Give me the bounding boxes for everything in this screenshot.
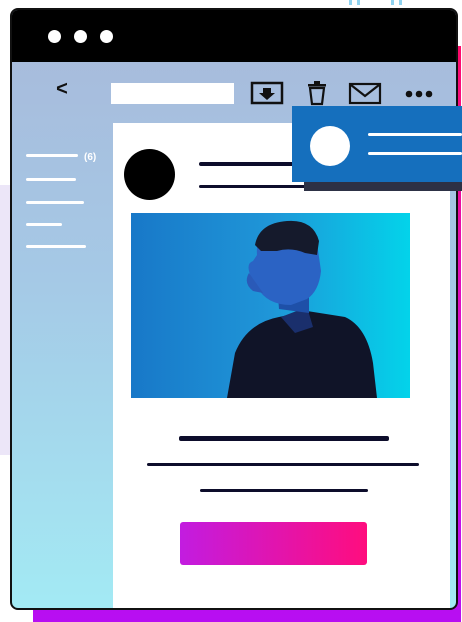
download-icon: [250, 81, 284, 105]
body-line-2: [147, 463, 419, 466]
person-portrait-image: [227, 220, 377, 398]
sender-email-line: [199, 185, 309, 188]
notification-avatar: [310, 126, 350, 166]
more-button[interactable]: [402, 80, 436, 106]
sender-avatar: [124, 149, 175, 200]
sidebar-item-5[interactable]: [26, 245, 86, 248]
notification-card[interactable]: [292, 106, 462, 182]
mail-button[interactable]: [348, 80, 382, 106]
notification-line-2: [368, 152, 462, 155]
title-bar: [12, 10, 456, 62]
back-button[interactable]: <: [50, 78, 74, 100]
address-bar[interactable]: [111, 83, 234, 104]
more-icon: [405, 90, 433, 98]
sidebar-item-4[interactable]: [26, 223, 62, 226]
message-photo: [131, 213, 410, 398]
call-to-action-button[interactable]: [180, 522, 367, 565]
decorative-bars: [345, 0, 415, 6]
sidebar-item-2[interactable]: [26, 178, 76, 181]
sidebar-item-inbox[interactable]: [26, 154, 78, 157]
mail-icon: [348, 82, 382, 105]
body-line-3: [200, 489, 368, 492]
window-dot-3[interactable]: [100, 30, 113, 43]
download-button[interactable]: [250, 80, 284, 106]
body-line-1: [179, 436, 389, 441]
window-dot-1[interactable]: [48, 30, 61, 43]
notification-line-1: [368, 133, 462, 136]
window-dot-2[interactable]: [74, 30, 87, 43]
trash-button[interactable]: [300, 80, 334, 106]
sidebar-item-3[interactable]: [26, 201, 84, 204]
inbox-count-badge: (6): [84, 152, 97, 163]
trash-icon: [308, 81, 326, 106]
